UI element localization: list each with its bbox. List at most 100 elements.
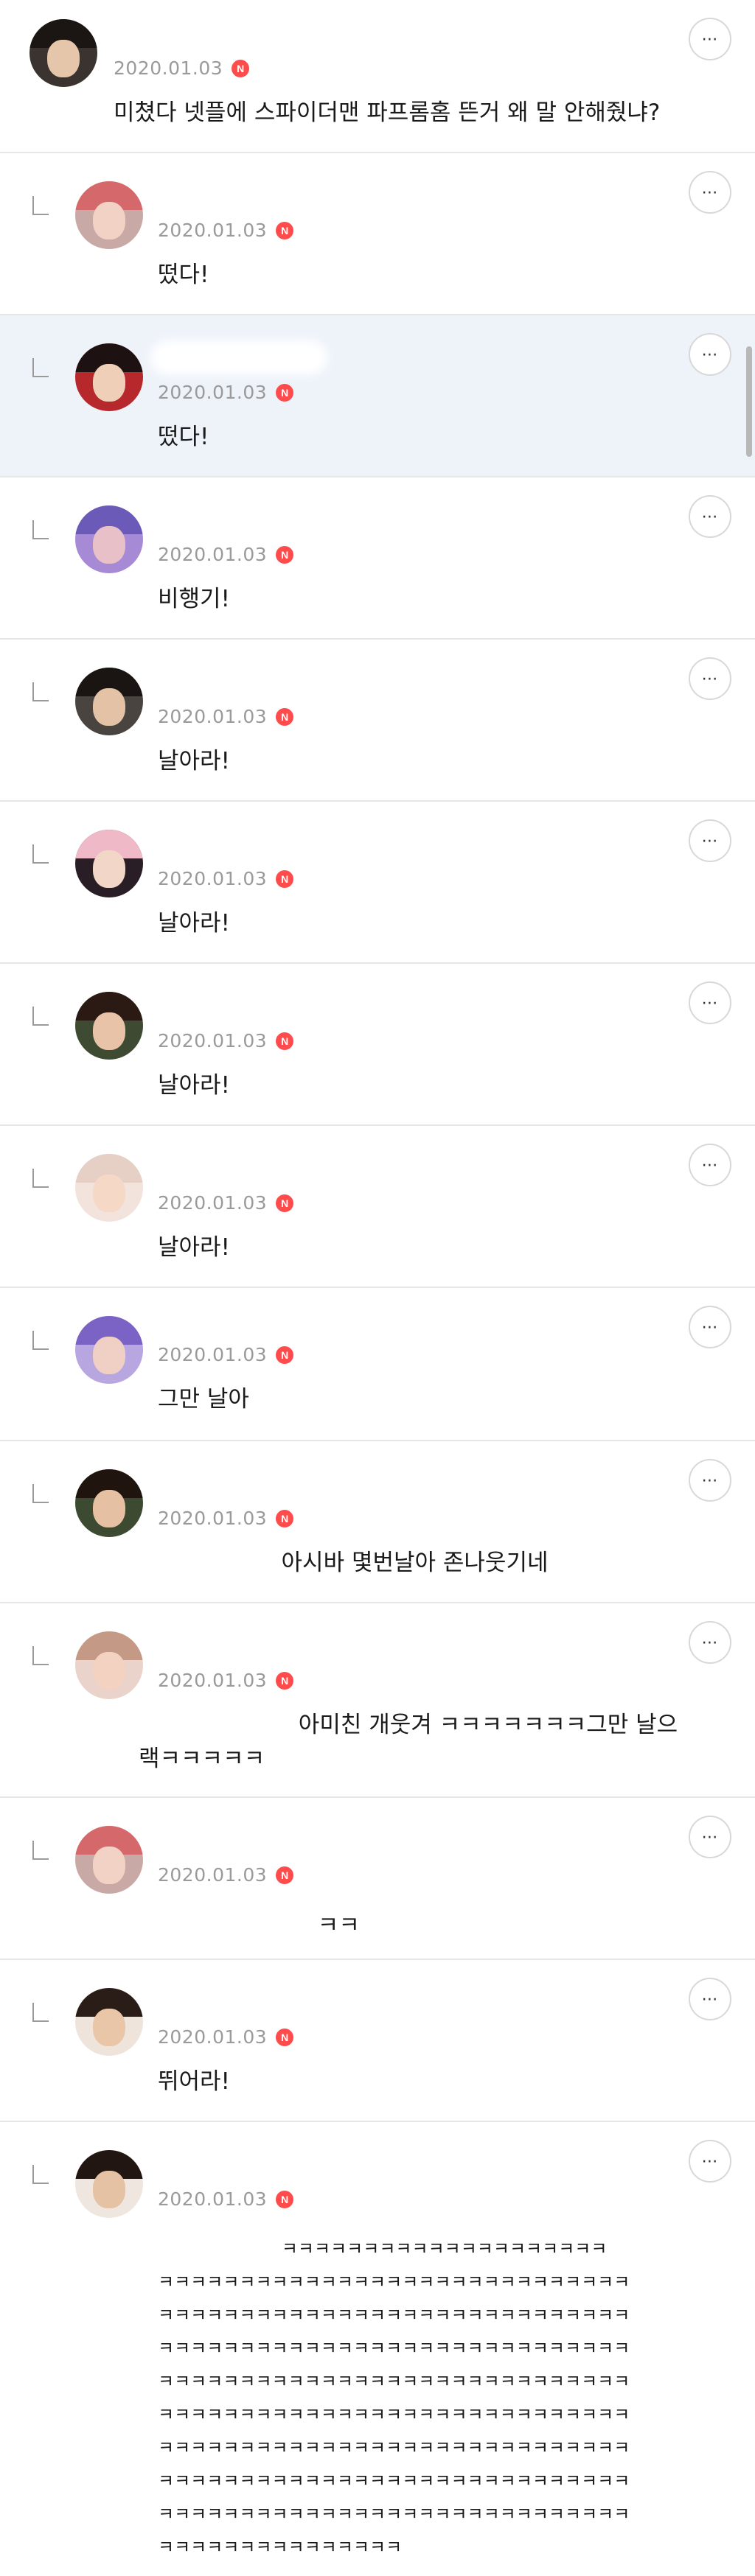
- comment-date: 2020.01.03: [158, 1030, 268, 1051]
- comment-meta: 2020.01.03 N: [158, 1864, 294, 1886]
- comment-meta: 2020.01.03 N: [158, 706, 294, 727]
- more-options-button[interactable]: ⋯: [689, 1306, 731, 1348]
- more-options-button[interactable]: ⋯: [689, 819, 731, 862]
- more-options-button[interactable]: ⋯: [689, 18, 731, 60]
- comment-text: 날아라!: [158, 1072, 230, 1099]
- comment-text: 날아라!: [158, 748, 230, 774]
- comment-meta: 2020.01.03 N: [158, 1030, 294, 1051]
- reply-item: 2020.01.03 N 떴다! ⋯: [0, 153, 755, 315]
- new-badge-icon: N: [276, 869, 294, 888]
- comment-date: 2020.01.03: [158, 2188, 268, 2210]
- comment-thread: 2020.01.03 N 미쳤다 넷플에 스파이더맨 파프롬홈 뜬거 왜 말 안…: [0, 0, 755, 2567]
- comment-text: 떴다!: [158, 262, 209, 288]
- comment-date: 2020.01.03: [158, 220, 268, 241]
- comment-date: 2020.01.03: [158, 382, 268, 403]
- more-options-button[interactable]: ⋯: [689, 171, 731, 214]
- avatar[interactable]: [75, 1469, 143, 1537]
- avatar[interactable]: [75, 181, 143, 249]
- avatar[interactable]: [75, 1826, 143, 1894]
- more-options-button[interactable]: ⋯: [689, 333, 731, 376]
- reply-item: 2020.01.03 N 아시바 몇번날아 존나웃기네 ⋯: [0, 1441, 755, 1603]
- reply-arrow-icon: [32, 844, 49, 864]
- reply-item: 2020.01.03 N 비행기! ⋯: [0, 477, 755, 640]
- comment-date: 2020.01.03: [158, 1508, 268, 1529]
- avatar[interactable]: [75, 1316, 143, 1384]
- reply-item: 2020.01.03 N 날아라! ⋯: [0, 802, 755, 964]
- reply-arrow-icon: [32, 196, 49, 215]
- more-options-button[interactable]: ⋯: [689, 2140, 731, 2183]
- comment-text: 비행기!: [158, 586, 230, 612]
- comment-meta: 2020.01.03 N: [158, 1508, 294, 1529]
- avatar[interactable]: [75, 668, 143, 735]
- comment-text: 그만 날아: [158, 1386, 249, 1413]
- avatar[interactable]: [75, 1154, 143, 1222]
- reply-item: 2020.01.03 N 날아라! ⋯: [0, 964, 755, 1126]
- comment-date: 2020.01.03: [158, 1344, 268, 1365]
- reply-item: 2020.01.03 N 뛰어라! ⋯: [0, 1960, 755, 2122]
- new-badge-icon: N: [276, 2028, 294, 2046]
- avatar[interactable]: [29, 19, 97, 87]
- more-options-button[interactable]: ⋯: [689, 1459, 731, 1502]
- comment-date: 2020.01.03: [158, 706, 268, 727]
- comment-date: 2020.01.03: [114, 57, 223, 79]
- reply-arrow-icon: [32, 2003, 49, 2022]
- new-badge-icon: N: [232, 59, 250, 77]
- reply-arrow-icon: [32, 1841, 49, 1860]
- more-options-button[interactable]: ⋯: [689, 1816, 731, 1858]
- comment-post: 2020.01.03 N 미쳤다 넷플에 스파이더맨 파프롬홈 뜬거 왜 말 안…: [0, 0, 755, 153]
- new-badge-icon: N: [276, 1032, 294, 1050]
- comment-date: 2020.01.03: [158, 1670, 268, 1691]
- avatar[interactable]: [75, 992, 143, 1060]
- scrollbar[interactable]: [746, 346, 752, 457]
- comment-meta: 2020.01.03 N: [158, 868, 294, 889]
- reply-item: 2020.01.03 N ㅋㅋ ⋯: [0, 1798, 755, 1960]
- comment-date: 2020.01.03: [158, 544, 268, 565]
- comment-date: 2020.01.03: [158, 2026, 268, 2048]
- comment-meta: 2020.01.03 N: [158, 1344, 294, 1365]
- avatar[interactable]: [75, 830, 143, 897]
- new-badge-icon: N: [276, 383, 294, 402]
- reply-arrow-icon: [32, 358, 49, 377]
- reply-arrow-icon: [32, 520, 49, 539]
- more-options-button[interactable]: ⋯: [689, 1621, 731, 1664]
- comment-meta: 2020.01.03 N: [158, 544, 294, 565]
- comment-text: 날아라!: [158, 910, 230, 937]
- new-badge-icon: N: [276, 1866, 294, 1884]
- more-options-button[interactable]: ⋯: [689, 981, 731, 1024]
- comment-meta: 2020.01.03 N: [158, 1192, 294, 1214]
- avatar[interactable]: [75, 505, 143, 573]
- reply-item: 2020.01.03 N ㅋㅋㅋㅋㅋㅋㅋㅋㅋㅋㅋㅋㅋㅋㅋㅋㅋㅋㅋㅋ ㅋㅋㅋㅋㅋㅋ…: [0, 2122, 755, 2567]
- more-options-button[interactable]: ⋯: [689, 495, 731, 538]
- reply-arrow-icon: [32, 682, 49, 701]
- reply-item: 2020.01.03 N 날아라! ⋯: [0, 640, 755, 802]
- comment-meta: 2020.01.03 N: [158, 1670, 294, 1691]
- comment-meta: 2020.01.03 N: [114, 57, 250, 79]
- comment-text: 미쳤다 넷플에 스파이더맨 파프롬홈 뜬거 왜 말 안해줬냐?: [114, 99, 661, 126]
- more-options-button[interactable]: ⋯: [689, 1144, 731, 1186]
- avatar[interactable]: [75, 1988, 143, 2056]
- reply-arrow-icon: [32, 1331, 49, 1350]
- blurred-username: [158, 348, 320, 367]
- avatar[interactable]: [75, 1631, 143, 1699]
- new-badge-icon: N: [276, 1345, 294, 1364]
- avatar[interactable]: [75, 2150, 143, 2218]
- comment-date: 2020.01.03: [158, 868, 268, 889]
- new-badge-icon: N: [276, 221, 294, 239]
- comment-text: ㅋㅋ: [158, 1912, 360, 1939]
- new-badge-icon: N: [276, 2190, 294, 2208]
- more-options-button[interactable]: ⋯: [689, 657, 731, 700]
- comment-text: 떴다!: [158, 424, 209, 450]
- new-badge-icon: N: [276, 1671, 294, 1690]
- comment-meta: 2020.01.03 N: [158, 2188, 294, 2210]
- comment-text: 뛰어라!: [158, 2068, 230, 2095]
- new-badge-icon: N: [276, 1194, 294, 1212]
- comment-meta: 2020.01.03 N: [158, 220, 294, 241]
- comment-text: 아시바 몇번날아 존나웃기네: [158, 1550, 549, 1576]
- new-badge-icon: N: [276, 1509, 294, 1527]
- reply-arrow-icon: [32, 2165, 49, 2184]
- more-options-button[interactable]: ⋯: [689, 1978, 731, 2020]
- comment-text: 아미친 개웃겨 ㅋㅋㅋㅋㅋㅋㅋ그만 날으 랙ㅋㅋㅋㅋㅋ: [139, 1712, 678, 1772]
- reply-item: 2020.01.03 N 떴다! ⋯: [0, 315, 755, 477]
- reply-arrow-icon: [32, 1169, 49, 1188]
- avatar[interactable]: [75, 343, 143, 411]
